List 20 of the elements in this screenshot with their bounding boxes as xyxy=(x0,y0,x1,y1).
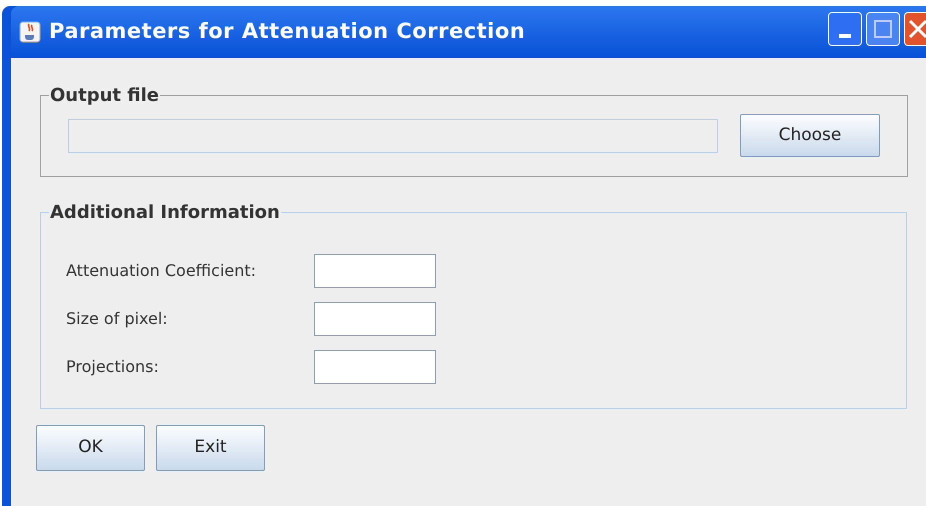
minimize-icon xyxy=(839,34,851,38)
close-icon xyxy=(908,19,926,39)
field-label: Projections: xyxy=(66,356,160,378)
group-legend: Additional Information xyxy=(49,199,281,226)
java-cup-icon xyxy=(19,21,41,43)
dialog-button[interactable]: Exit xyxy=(156,425,265,471)
maximize-button[interactable] xyxy=(866,12,900,46)
dialog-button[interactable]: OK xyxy=(36,425,145,471)
close-button[interactable] xyxy=(904,12,926,46)
choose-button[interactable]: Choose xyxy=(740,114,880,157)
field-label: Size of pixel: xyxy=(66,308,169,330)
maximize-icon xyxy=(874,20,892,38)
minimize-button[interactable] xyxy=(828,12,862,46)
field-label: Attenuation Coefficient: xyxy=(66,260,258,282)
group-legend: Output file xyxy=(49,82,160,109)
text-field[interactable] xyxy=(314,350,436,384)
text-field[interactable] xyxy=(314,254,436,288)
window-title: Parameters for Attenuation Correction xyxy=(49,18,526,46)
output-file-field[interactable] xyxy=(68,118,718,152)
text-field[interactable] xyxy=(314,302,436,336)
